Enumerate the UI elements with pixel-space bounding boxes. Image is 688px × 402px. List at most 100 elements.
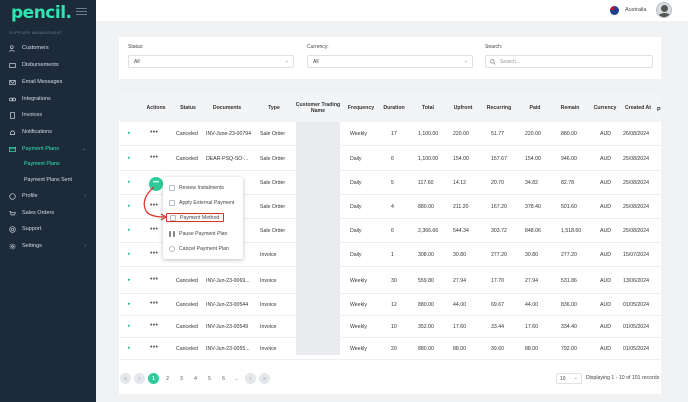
australia-flag-icon[interactable] [610, 6, 619, 15]
cell-upfront: 27.94 [453, 278, 466, 284]
pagination-page-6[interactable]: 6 [218, 373, 229, 384]
sidebar-item-support[interactable]: Support [0, 222, 96, 236]
cell-total: 880.00 [418, 302, 434, 308]
col-header-duration[interactable]: Duration [380, 94, 408, 122]
cell-document: INV-Jun-23-0055... [206, 346, 250, 352]
col-header-recurring[interactable]: Recurring [483, 94, 515, 122]
cell-recurring: 167.20 [491, 204, 507, 210]
cell-paid: 44.00 [525, 302, 538, 308]
pagination-page-4[interactable]: 4 [190, 373, 201, 384]
row-actions-button[interactable]: ••• [150, 129, 158, 136]
sidebar-item-settings[interactable]: Settings › [0, 239, 96, 253]
sidebar-item-sales-orders[interactable]: Sales Orders [0, 206, 96, 220]
table-row[interactable]: ▸ ••• Canceled DEAR-PSQ-SO-... Sale Order Dai… [119, 146, 661, 171]
pagination-prev-button[interactable]: ‹ [134, 373, 145, 384]
sidebar-subitem-payment-plans[interactable]: Payment Plans [24, 161, 60, 167]
chevron-down-icon: ⌄ [81, 146, 86, 152]
expand-row-icon[interactable]: ▸ [128, 251, 131, 257]
cell-currency: AUD [600, 228, 611, 234]
cell-currency: AUD [600, 156, 611, 162]
search-input[interactable]: Search... [485, 55, 653, 68]
col-header-currency[interactable]: Currency [590, 94, 620, 122]
cell-total: 1,100.00 [418, 131, 439, 137]
menu-item-apply-external-payment[interactable]: Apply External Payment [169, 198, 234, 207]
col-header-created-at[interactable]: Created At [621, 94, 655, 122]
col-header-type[interactable]: Type [259, 94, 289, 122]
table-row[interactable]: ▸ ••• Canceled INV-June-23-00794 Sale Order W… [119, 122, 661, 146]
pause-icon [169, 230, 175, 237]
col-header-documents[interactable]: Documents [207, 94, 247, 122]
cart-icon [9, 210, 16, 217]
expand-row-icon[interactable]: ▸ [128, 277, 131, 283]
country-label[interactable]: Australia [625, 7, 646, 13]
pagination-next-button[interactable]: › [245, 373, 256, 384]
expand-row-icon[interactable]: ▸ [128, 227, 131, 233]
col-header-frequency[interactable]: Frequency [343, 94, 379, 122]
table-row[interactable]: ▸ ••• Canceled INV-Jun-23-0055... Invoice Wee… [119, 338, 661, 360]
cell-created: 15/07/2024 [623, 252, 649, 258]
cell-recurring: 20.70 [491, 180, 504, 186]
col-header-actions[interactable]: Actions [143, 94, 169, 122]
expand-row-icon[interactable]: ▸ [128, 323, 131, 329]
sidebar-item-notifications[interactable]: Notifications [0, 125, 96, 139]
table-header: Actions Status Documents Type Customer T… [119, 94, 661, 122]
expand-row-icon[interactable]: ▸ [128, 203, 131, 209]
cell-status: Canceled [176, 278, 198, 284]
sidebar-item-customers[interactable]: Customers [0, 41, 96, 55]
col-header-customer-trading-name[interactable]: Customer Trading Name [294, 94, 342, 122]
menu-item-cancel-payment-plan[interactable]: Cancel Payment Plan [169, 244, 229, 253]
sidebar: pencil. SUPPLIER MANAGEMENT Customers Di… [0, 0, 96, 402]
sidebar-item-invoices[interactable]: Invoices [0, 108, 96, 122]
cell-currency: AUD [600, 278, 611, 284]
table-row[interactable]: ▸ ••• Canceled INV-Jun-23-00544 Invoice Weekl… [119, 294, 661, 316]
row-actions-button[interactable]: ••• [150, 322, 158, 329]
status-select[interactable]: All ⌄ [128, 55, 294, 68]
sidebar-item-disbursements[interactable]: Disbursements [0, 58, 96, 72]
row-actions-button[interactable]: ••• [150, 154, 158, 161]
row-actions-button[interactable]: ••• [150, 300, 158, 307]
row-actions-button[interactable]: ••• [150, 344, 158, 351]
pagination-first-button[interactable]: « [120, 373, 131, 384]
cell-currency: AUD [600, 180, 611, 186]
cell-recurring: 39.60 [491, 346, 504, 352]
sidebar-subitem-payment-plans-sent[interactable]: Payment Plans Sent [24, 177, 72, 183]
sidebar-item-profile[interactable]: Profile › [0, 189, 96, 203]
card-icon [9, 146, 16, 153]
menu-item-pause-payment-plan[interactable]: Pause Payment Plan [169, 229, 227, 238]
col-header-upfront[interactable]: Upfront [448, 94, 478, 122]
avatar[interactable] [656, 2, 672, 18]
pagination-last-button[interactable]: » [259, 373, 270, 384]
expand-row-icon[interactable]: ▸ [128, 301, 131, 307]
cell-remain: 277.20 [561, 252, 577, 258]
row-actions-button[interactable]: ••• [150, 226, 158, 233]
expand-row-icon[interactable]: ▸ [128, 345, 131, 351]
currency-select[interactable]: All ⌄ [307, 55, 473, 68]
cell-type: Invoice [260, 302, 277, 308]
sidebar-item-integrations[interactable]: Integrations [0, 92, 96, 106]
cell-paid: 34.82 [525, 180, 538, 186]
pagination-page-3[interactable]: 3 [176, 373, 187, 384]
cell-document: INV-Jun-23-00549 [206, 324, 249, 330]
expand-row-icon[interactable]: ▸ [128, 179, 131, 185]
sidebar-item-payment-plans[interactable]: Payment Plans ⌄ [0, 142, 96, 156]
cell-type: Sale Order [260, 204, 286, 210]
row-actions-button[interactable]: ••• [150, 276, 158, 283]
pagination-page-1[interactable]: 1 [148, 373, 159, 384]
pagination-page-2[interactable]: 2 [162, 373, 173, 384]
table-row[interactable]: ▸ ••• Canceled INV-Jun-23-00549 Invoice Weekl… [119, 316, 661, 338]
col-header-paid[interactable]: Paid [522, 94, 548, 122]
sidebar-item-email-messages[interactable]: Email Messages [0, 75, 96, 89]
expand-row-icon[interactable]: ▸ [128, 155, 131, 161]
col-header-total[interactable]: Total [415, 94, 441, 122]
row-actions-button[interactable]: ••• [150, 250, 158, 257]
col-header-remain[interactable]: Remain [555, 94, 585, 122]
col-header-status[interactable]: Status [175, 94, 201, 122]
pagination-page-5[interactable]: 5 [204, 373, 215, 384]
cell-recurring: 33.44 [491, 324, 504, 330]
expand-row-icon[interactable]: ▸ [128, 130, 131, 136]
menu-toggle-icon[interactable] [76, 8, 87, 17]
table-row[interactable]: ▸ ••• Canceled INV-Jun-23-0069... Invoice Wee… [119, 267, 661, 294]
cell-document: DEAR-PSQ-SO-... [206, 156, 249, 162]
per-page-select[interactable]: 10 ⌄ [556, 373, 582, 384]
pencil-logo[interactable]: pencil. [11, 3, 72, 23]
